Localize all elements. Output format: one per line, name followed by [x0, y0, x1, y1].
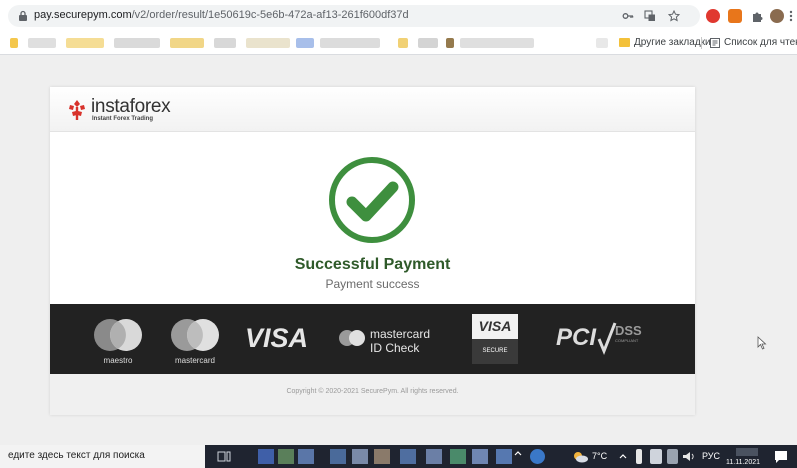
taskbar-search-box[interactable]: едите здесь текст для поиска: [0, 445, 205, 468]
opera-extension-icon[interactable]: [706, 9, 720, 23]
payment-result-card: instaforex Instant Forex Trading Success…: [50, 87, 695, 415]
bookmark-blurred[interactable]: [114, 38, 160, 48]
visa-secure-bottom: SECURE: [482, 348, 508, 354]
taskbar-app-blurred[interactable]: [472, 449, 488, 464]
address-bar[interactable]: pay.securepym.com/v2/order/result/1e5061…: [8, 5, 700, 27]
taskbar-app-blurred[interactable]: [278, 449, 294, 464]
payment-logos-band: maestro mastercard VISA mastercard ID Ch…: [50, 304, 695, 374]
tray-chevron-icon[interactable]: [618, 449, 628, 464]
dss-sub: COMPLIANT: [615, 338, 639, 343]
clock-time-blurred[interactable]: [736, 448, 758, 456]
notifications-icon[interactable]: [774, 449, 788, 464]
mouse-cursor-icon: [757, 336, 767, 350]
input-language[interactable]: РУС: [702, 451, 720, 461]
url-text[interactable]: pay.securepym.com/v2/order/result/1e5061…: [34, 9, 409, 21]
result-title: Successful Payment: [294, 256, 451, 273]
mc-id-check-line2: ID Check: [370, 341, 420, 355]
pci-logo: PCI: [556, 324, 597, 351]
dss-label: DSS: [615, 323, 642, 338]
success-check-icon: [329, 157, 415, 243]
visa-logo: VISA: [245, 323, 309, 353]
lock-icon[interactable]: [17, 10, 29, 22]
key-icon[interactable]: [622, 10, 634, 22]
taskbar-app-blurred[interactable]: [330, 449, 346, 464]
taskbar-app-blurred[interactable]: [258, 449, 274, 464]
pci-check-icon: [597, 322, 617, 355]
bookmark-blurred[interactable]: [460, 38, 534, 48]
taskbar-search-placeholder: едите здесь текст для поиска: [8, 450, 145, 461]
maestro-label: maestro: [103, 356, 133, 365]
clock-date[interactable]: 11.11.2021: [726, 459, 760, 466]
taskbar-app-blurred[interactable]: [426, 449, 442, 464]
task-view-icon[interactable]: [216, 449, 232, 464]
taskbar-app-blurred[interactable]: [374, 449, 390, 464]
copyright-text: Copyright © 2020-2021 SecurePym. All rig…: [286, 388, 459, 395]
mc-id-check-line1: mastercard: [370, 327, 431, 341]
bookmark-reading-list[interactable]: Список для чтения: [724, 37, 797, 48]
folder-icon[interactable]: [619, 38, 630, 47]
mastercard-label: mastercard: [174, 356, 215, 365]
profile-avatar[interactable]: [770, 9, 784, 23]
reading-list-icon[interactable]: [710, 38, 720, 48]
bookmark-blurred[interactable]: [28, 38, 56, 48]
visa-secure-badge: VISA SECURE: [472, 314, 518, 364]
bookmark-blurred[interactable]: [10, 38, 18, 48]
browser-toolbar: pay.securepym.com/v2/order/result/1e5061…: [0, 0, 797, 32]
browser-menu-icon[interactable]: [789, 10, 793, 22]
taskbar-app-blurred[interactable]: [298, 449, 314, 464]
bookmark-blurred[interactable]: [214, 38, 236, 48]
maestro-logo-icon: [94, 319, 142, 351]
translate-icon[interactable]: [644, 10, 656, 22]
mastercard-id-check-icon: [339, 330, 365, 346]
battery-icon[interactable]: [650, 449, 662, 464]
page-viewport: instaforex Instant Forex Trading Success…: [0, 55, 797, 445]
bookmark-blurred[interactable]: [398, 38, 408, 48]
taskbar-app-blurred[interactable]: [352, 449, 368, 464]
bookmark-blurred[interactable]: [446, 38, 454, 48]
bookmark-blurred[interactable]: [418, 38, 438, 48]
network-icon[interactable]: [667, 449, 678, 464]
instaforex-logo-icon: [69, 100, 85, 120]
visa-secure-strip: SECURE: [472, 339, 518, 364]
taskbar-app-blurred[interactable]: [450, 449, 466, 464]
extensions-puzzle-icon[interactable]: [750, 9, 764, 23]
weather-temperature[interactable]: 7°C: [592, 451, 607, 461]
visa-secure-top: VISA: [478, 318, 512, 334]
brand-tagline: Instant Forex Trading: [92, 116, 154, 122]
bookmark-blurred[interactable]: [170, 38, 204, 48]
card-footer: Copyright © 2020-2021 SecurePym. All rig…: [50, 374, 695, 415]
weather-icon[interactable]: [571, 449, 589, 464]
usb-icon[interactable]: [636, 449, 642, 464]
bookmarks-bar: Другие закладки Список для чтения: [0, 32, 797, 55]
bookmark-blurred[interactable]: [320, 38, 380, 48]
taskbar-app-blurred[interactable]: [496, 449, 512, 464]
bookmark-other[interactable]: Другие закладки: [634, 37, 711, 48]
volume-icon[interactable]: [682, 449, 696, 464]
brand-name: instaforex: [91, 96, 171, 117]
mastercard-logo-icon: [171, 319, 219, 351]
metamask-extension-icon[interactable]: [728, 9, 742, 23]
bookmark-blurred[interactable]: [596, 38, 608, 48]
bookmark-blurred[interactable]: [66, 38, 104, 48]
windows-taskbar: едите здесь текст для поиска 7°C РУС 11.…: [0, 445, 797, 468]
bookmark-blurred[interactable]: [296, 38, 314, 48]
help-icon[interactable]: [530, 449, 545, 464]
bookmark-blurred[interactable]: [246, 38, 290, 48]
result-subtitle: Payment success: [325, 277, 420, 291]
taskbar-app-blurred[interactable]: [400, 449, 416, 464]
card-header: instaforex Instant Forex Trading: [50, 87, 695, 132]
tray-overflow-icon[interactable]: [514, 449, 522, 464]
star-icon[interactable]: [668, 10, 680, 22]
bookmarks-divider: [701, 37, 702, 49]
